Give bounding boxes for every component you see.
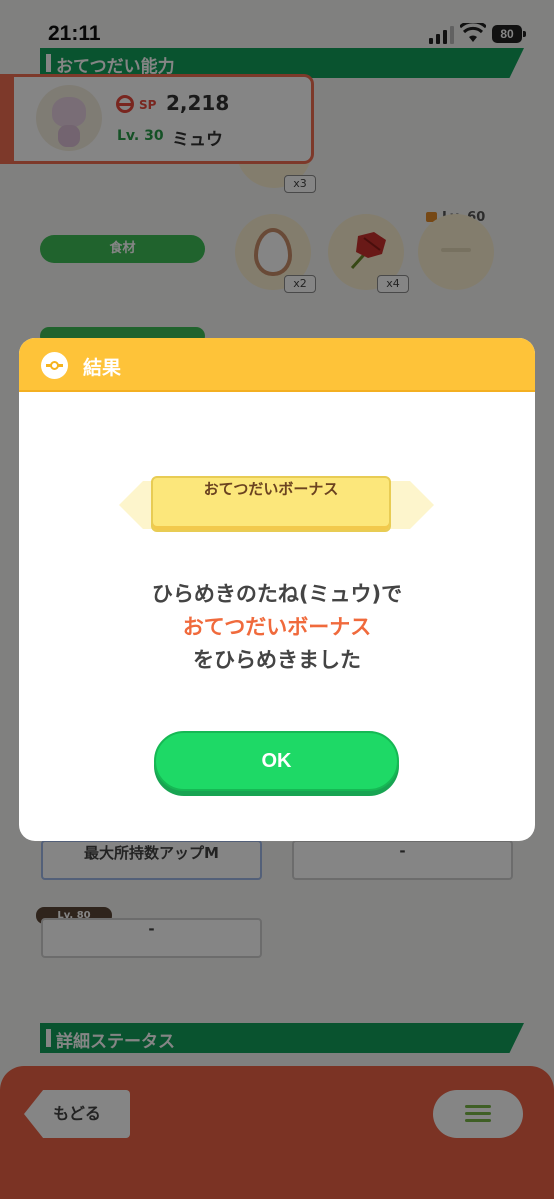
skill-badge: おてつだいボーナス	[151, 476, 391, 532]
result-dialog: 結果 おてつだいボーナス ひらめきのたね(ミュウ)で おてつだいボーナス をひら…	[19, 338, 535, 841]
pokeball-icon	[41, 352, 68, 379]
dialog-header: 結果	[19, 338, 535, 392]
message-line-1: ひらめきのたね(ミュウ)で	[151, 582, 403, 606]
ok-button[interactable]: OK	[154, 731, 399, 791]
dialog-title: 結果	[83, 357, 122, 379]
message-highlight: おてつだいボーナス	[182, 615, 372, 639]
message-line-3: をひらめきました	[193, 648, 361, 672]
